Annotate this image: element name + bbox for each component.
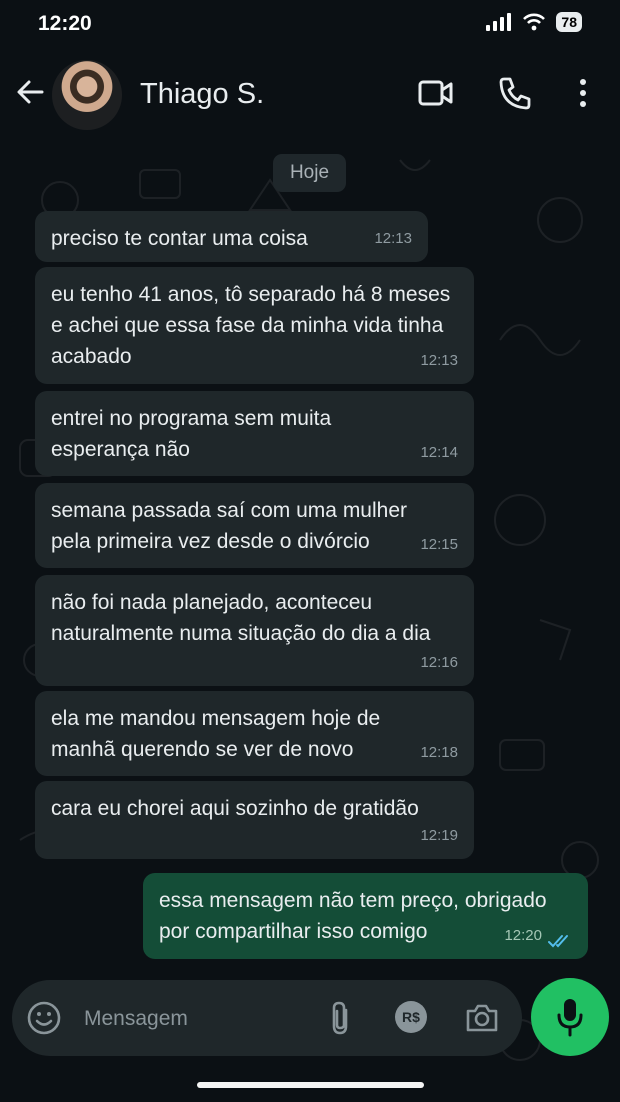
camera-icon[interactable]	[464, 1000, 500, 1036]
message-time: 12:13	[420, 352, 458, 369]
chat-header: Thiago S.	[0, 52, 620, 142]
read-receipt-icon	[548, 935, 568, 948]
message-bubble-incoming[interactable]: semana passada saí com uma mulher pela p…	[35, 483, 474, 568]
message-bubble-incoming[interactable]: cara eu chorei aqui sozinho de gratidão …	[35, 781, 474, 859]
message-text: cara eu chorei aqui sozinho de gratidão	[51, 797, 419, 820]
microphone-button[interactable]	[531, 978, 609, 1056]
battery-indicator: 78	[556, 12, 582, 32]
home-indicator[interactable]	[197, 1082, 424, 1088]
emoji-icon[interactable]	[26, 1000, 62, 1036]
microphone-icon	[557, 999, 583, 1037]
avatar[interactable]	[52, 60, 122, 130]
message-text: preciso te contar uma coisa	[51, 227, 308, 250]
message-time: 12:18	[420, 744, 458, 761]
date-chip: Hoje	[273, 154, 346, 192]
message-time: 12:15	[420, 536, 458, 553]
contact-name[interactable]: Thiago S.	[140, 78, 264, 111]
more-vertical-icon[interactable]	[574, 76, 592, 110]
message-time: 12:13	[374, 230, 412, 247]
signal-icon	[486, 13, 512, 31]
message-text: semana passada saí com uma mulher pela p…	[51, 499, 408, 553]
status-time: 12:20	[38, 12, 92, 35]
message-bubble-incoming[interactable]: ela me mandou mensagem hoje de manhã que…	[35, 691, 474, 776]
message-bubble-incoming[interactable]: entrei no programa sem muita esperança n…	[35, 391, 474, 476]
message-time: 12:16	[420, 654, 458, 671]
phone-call-icon[interactable]	[498, 76, 532, 110]
message-time: 12:19	[420, 827, 458, 844]
paperclip-icon[interactable]	[328, 1000, 354, 1036]
wifi-icon	[523, 13, 546, 31]
message-text: não foi nada planejado, aconteceu natura…	[51, 591, 431, 645]
status-bar: 12:20 78	[0, 0, 620, 52]
message-text: eu tenho 41 anos, tô separado há 8 meses…	[51, 283, 451, 368]
message-text: ela me mandou mensagem hoje de manhã que…	[51, 707, 381, 761]
payment-icon[interactable]: R$	[395, 1001, 427, 1033]
message-bubble-incoming[interactable]: não foi nada planejado, aconteceu natura…	[35, 575, 474, 686]
video-call-icon[interactable]	[418, 76, 454, 110]
message-time: 12:20	[504, 927, 542, 944]
message-time: 12:14	[420, 444, 458, 461]
message-text: entrei no programa sem muita esperança n…	[51, 407, 332, 461]
message-input[interactable]	[82, 1000, 316, 1038]
status-icons: 78	[486, 12, 582, 32]
message-bubble-outgoing[interactable]: essa mensagem não tem preço, obrigado po…	[143, 873, 588, 959]
arrow-left-icon[interactable]	[14, 76, 46, 108]
message-bubble-incoming[interactable]: preciso te contar uma coisa 12:13	[35, 211, 428, 262]
message-composer: R$	[12, 980, 522, 1056]
message-bubble-incoming[interactable]: eu tenho 41 anos, tô separado há 8 meses…	[35, 267, 474, 384]
